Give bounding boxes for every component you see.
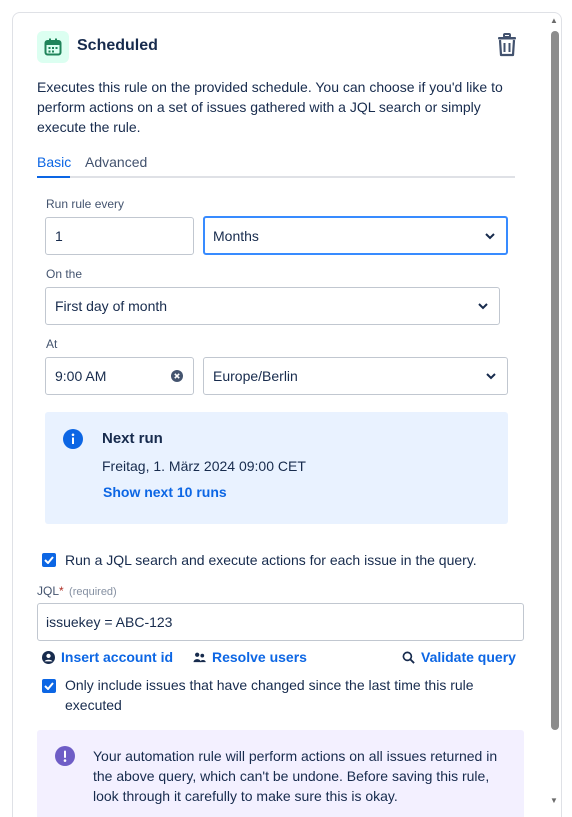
- required-hint: (required): [69, 586, 117, 598]
- trigger-description: Executes this rule on the provided sched…: [37, 79, 503, 135]
- jql-input-text: issuekey = ABC-123: [46, 614, 173, 630]
- at-label: At: [46, 337, 58, 351]
- scroll-thumb[interactable]: [551, 31, 559, 730]
- trigger-header: Scheduled: [37, 31, 537, 63]
- clear-icon[interactable]: [171, 370, 183, 382]
- time-text: 9:00 AM: [55, 368, 107, 384]
- timezone-text: Europe/Berlin: [213, 368, 298, 384]
- only-changed-label: Only include issues that have changed si…: [65, 677, 474, 713]
- search-icon: [402, 651, 415, 664]
- exclamation-icon: [55, 746, 75, 766]
- active-tab-indicator: [37, 176, 70, 178]
- only-changed-checkbox[interactable]: [42, 679, 56, 693]
- checkmark-icon: [44, 556, 54, 564]
- on-the-text: First day of month: [55, 298, 168, 314]
- resolve-users-button[interactable]: Resolve users: [193, 649, 307, 665]
- interval-value-input[interactable]: 1: [45, 217, 194, 255]
- interval-value-text: 1: [55, 228, 63, 244]
- tab-basic[interactable]: Basic: [37, 154, 71, 170]
- info-icon: [63, 429, 83, 449]
- chevron-down-icon: [478, 303, 488, 310]
- calendar-icon: [37, 31, 69, 63]
- delete-trash-icon[interactable]: [497, 33, 521, 61]
- insert-account-button[interactable]: Insert account id: [42, 649, 173, 665]
- warning-box: Your automation rule will perform action…: [37, 730, 524, 817]
- required-marker: *: [59, 584, 64, 598]
- chevron-down-icon: [485, 232, 495, 239]
- user-circle-icon: [42, 650, 55, 664]
- run-jql-label: Run a JQL search and execute actions for…: [65, 552, 477, 568]
- jql-label-text: JQL: [37, 584, 60, 598]
- run-jql-checkbox[interactable]: [42, 553, 56, 567]
- interval-unit-select[interactable]: Months: [203, 216, 508, 255]
- insert-account-label: Insert account id: [61, 649, 174, 665]
- users-icon: [193, 652, 206, 662]
- tab-advanced[interactable]: Advanced: [85, 154, 147, 170]
- validate-query-label: Validate query: [421, 649, 516, 665]
- timezone-select[interactable]: Europe/Berlin: [203, 357, 508, 395]
- scrollbar[interactable]: ▲ ▼: [547, 12, 561, 817]
- interval-unit-text: Months: [213, 227, 259, 244]
- tab-bar: Basic Advanced: [37, 152, 515, 178]
- jql-actions: Insert account id Resolve users Validate…: [42, 649, 524, 669]
- chevron-down-icon: [486, 373, 496, 380]
- show-next-runs-link[interactable]: Show next 10 runs: [103, 484, 227, 500]
- jql-field-label: JQL* (required): [37, 584, 117, 598]
- jql-input[interactable]: issuekey = ABC-123: [37, 603, 524, 641]
- on-the-label: On the: [46, 267, 83, 281]
- time-input[interactable]: 9:00 AM: [45, 357, 194, 395]
- next-run-title: Next run: [102, 430, 163, 447]
- trigger-title: Scheduled: [77, 37, 158, 54]
- validate-query-button[interactable]: Validate query: [402, 649, 516, 665]
- checkmark-icon: [44, 682, 54, 690]
- warning-text: Your automation rule will perform action…: [93, 748, 498, 804]
- scroll-up-arrow-icon[interactable]: ▲: [550, 16, 558, 25]
- next-run-date: Freitag, 1. März 2024 09:00 CET: [102, 458, 306, 474]
- run-every-label: Run rule every: [46, 197, 125, 211]
- on-the-select[interactable]: First day of month: [45, 287, 500, 325]
- resolve-users-label: Resolve users: [212, 649, 307, 665]
- next-run-info-box: Next run Freitag, 1. März 2024 09:00 CET…: [45, 412, 508, 524]
- scroll-down-arrow-icon[interactable]: ▼: [550, 796, 558, 805]
